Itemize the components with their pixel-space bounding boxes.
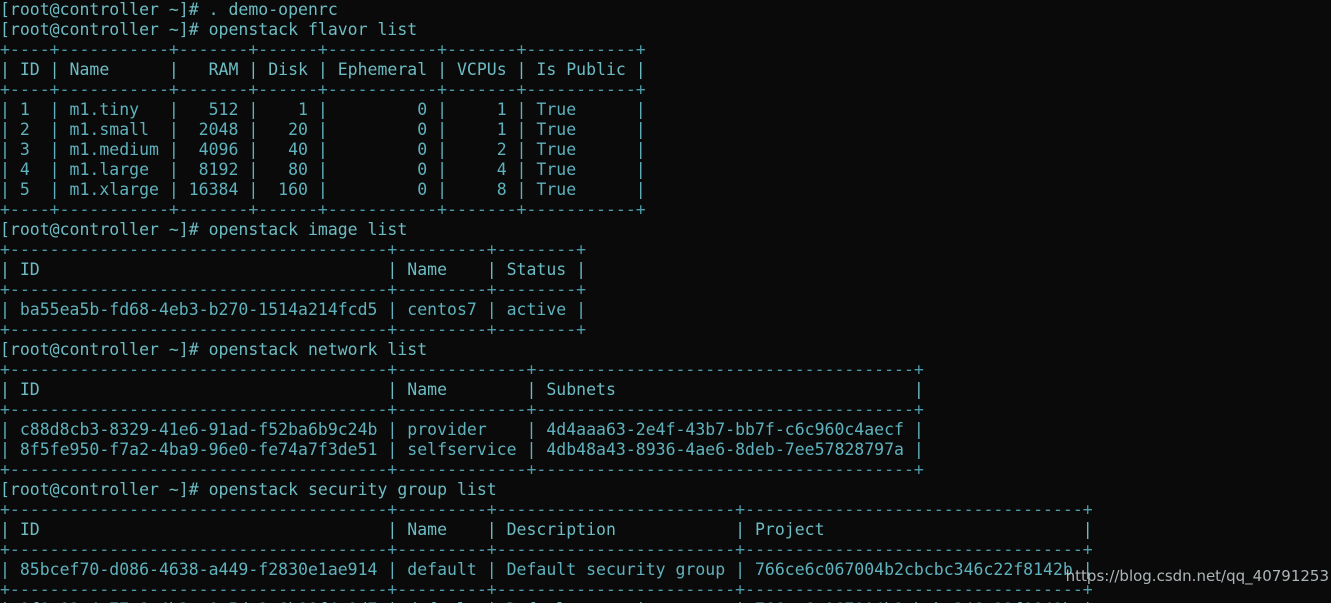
line-prompt-sourcerc: [root@controller ~]# . demo-openrc [0,0,338,19]
line-secgroup-row-1: | 85bcef70-d086-4638-a449-f2830e1ae914 |… [0,560,1093,579]
line-network-row-1: | c88d8cb3-8329-41e6-91ad-f52ba6b9c24b |… [0,420,924,439]
line-image-header: | ID | Name | Status | [0,260,587,279]
line-secgroup-rule-top: +--------------------------------------+… [0,500,1093,519]
line-network-rule-mid: +--------------------------------------+… [0,400,924,419]
line-flavor-rule-bot: +----+-----------+-------+------+-------… [0,200,646,219]
terminal-window[interactable]: [root@controller ~]# . demo-openrc [root@… [0,0,1331,603]
line-image-rule-bot: +--------------------------------------+… [0,320,587,339]
line-flavor-row-5: | 5 | m1.xlarge | 16384 | 160 | 0 | 8 | … [0,180,646,199]
line-secgroup-header: | ID | Name | Description | Project | [0,520,1093,539]
line-flavor-row-4: | 4 | m1.large | 8192 | 80 | 0 | 4 | Tru… [0,160,646,179]
line-image-row-1: | ba55ea5b-fd68-4eb3-b270-1514a214fcd5 |… [0,300,587,319]
line-prompt-flavor-list: [root@controller ~]# openstack flavor li… [0,20,418,39]
line-secgroup-rule-bot: +--------------------------------------+… [0,580,1093,599]
line-network-header: | ID | Name | Subnets | [0,380,924,399]
line-image-rule-top: +--------------------------------------+… [0,240,587,259]
line-flavor-rule-top: +----+-----------+-------+------+-------… [0,40,646,59]
line-prompt-image-list: [root@controller ~]# openstack image lis… [0,220,408,239]
line-image-rule-mid: +--------------------------------------+… [0,280,587,299]
line-prompt-secgroup-list: [root@controller ~]# openstack security … [0,480,497,499]
line-network-rule-top: +--------------------------------------+… [0,360,924,379]
line-network-row-2: | 8f5fe950-f7a2-4ba9-96e0-fe74a7f3de51 |… [0,440,924,459]
line-prompt-network-list: [root@controller ~]# openstack network l… [0,340,428,359]
line-flavor-header: | ID | Name | RAM | Disk | Ephemeral | V… [0,60,646,79]
line-network-rule-bot: +--------------------------------------+… [0,460,924,479]
line-flavor-row-2: | 2 | m1.small | 2048 | 20 | 0 | 1 | Tru… [0,120,646,139]
line-secgroup-rule-mid: +--------------------------------------+… [0,540,1093,559]
line-flavor-row-1: | 1 | m1.tiny | 512 | 1 | 0 | 1 | True | [0,100,646,119]
line-flavor-row-3: | 3 | m1.medium | 4096 | 40 | 0 | 2 | Tr… [0,140,646,159]
line-flavor-rule-mid: +----+-----------+-------+------+-------… [0,80,646,99]
terminal-screen[interactable]: [root@controller ~]# . demo-openrc [root@… [0,0,1331,603]
